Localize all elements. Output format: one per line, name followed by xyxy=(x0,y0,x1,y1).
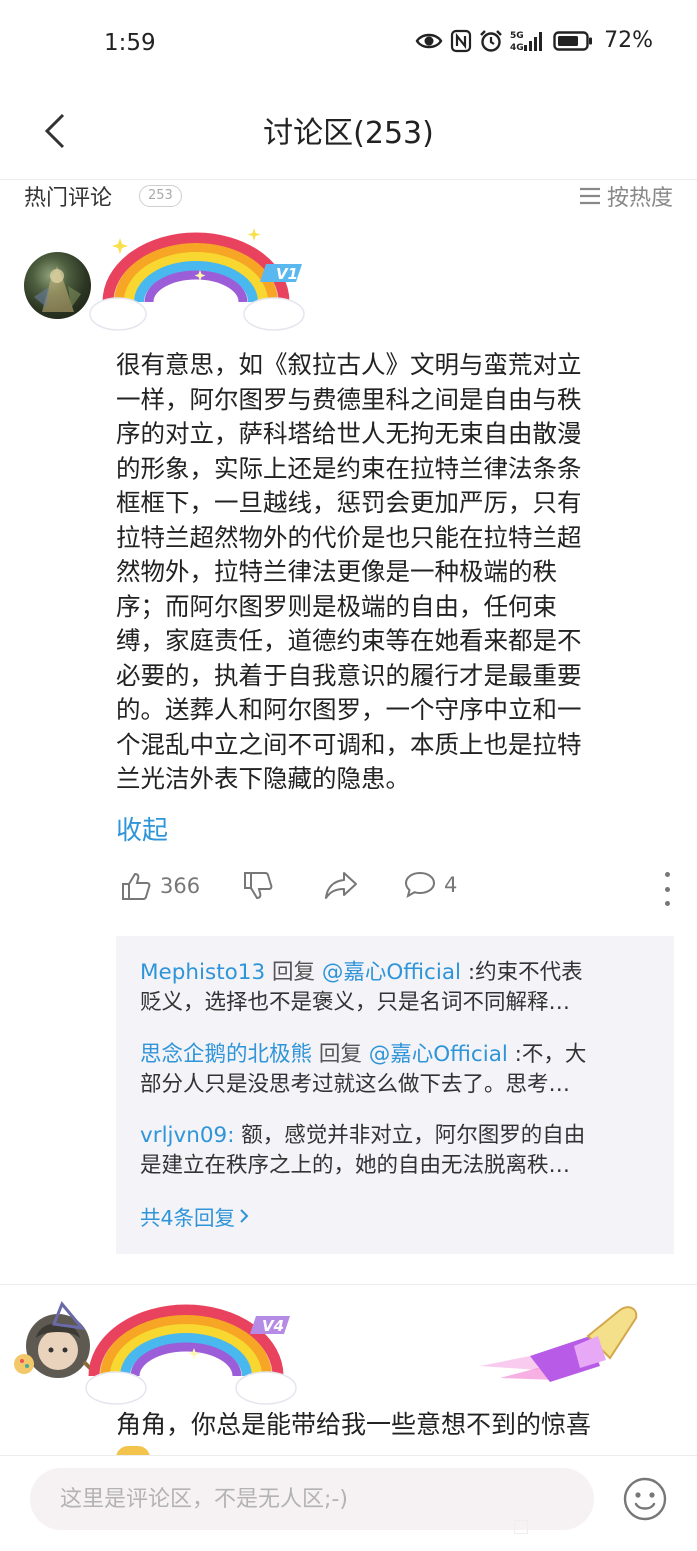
reply-item[interactable]: Mephisto13 回复 @嘉心Official :约束不代表 贬义，选择也不… xyxy=(140,958,650,1018)
view-all-replies-link[interactable]: 共4条回复 xyxy=(140,1201,249,1231)
avatar[interactable] xyxy=(24,252,91,319)
reply-text: 是建立在秩序之上的，她的自由无法脱离秩… xyxy=(140,1153,571,1178)
reply-verb: 回复 xyxy=(312,1042,369,1067)
thumbs-down-icon xyxy=(244,872,273,900)
reply-text: 贬义，选择也不是褒义，只是名词不同解释… xyxy=(140,990,571,1015)
thumbs-up-icon xyxy=(122,872,151,900)
like-count: 366 xyxy=(160,874,201,898)
paintbrush-decoration-icon xyxy=(480,1306,638,1382)
top-nav-bar: 讨论区(253) xyxy=(0,88,697,180)
reply-text: :不，大 xyxy=(507,1042,587,1067)
signal-label-top: 5G xyxy=(510,31,524,41)
reply-text: 额，感觉并非对立，阿尔图罗的自由 xyxy=(234,1123,586,1148)
comment-count-badge: 253 xyxy=(139,185,182,207)
share-icon xyxy=(325,872,357,899)
more-options-button[interactable] xyxy=(661,872,673,906)
watermark-box xyxy=(514,1520,528,1534)
nfc-icon xyxy=(450,29,472,52)
rainbow-level-badge: V1 xyxy=(89,228,305,331)
reply-item[interactable]: vrljvn09: 额，感觉并非对立，阿尔图罗的自由 是建立在秩序之上的，她的自… xyxy=(140,1121,650,1181)
comment-actions: 366 4 xyxy=(0,866,697,910)
reply-author[interactable]: vrljvn09: xyxy=(140,1123,234,1148)
sort-label: 按热度 xyxy=(606,186,673,211)
dot-icon xyxy=(664,886,670,892)
reply-verb: 回复 xyxy=(265,960,322,985)
share-button[interactable] xyxy=(324,870,358,900)
rainbow-level-badge: V4 xyxy=(85,1304,297,1405)
comment-body: 很有意思，如《叙拉古人》文明与蛮荒对立 一样，阿尔图罗与费德里科之间是自由与秩 … xyxy=(116,350,582,793)
comment-input-bar xyxy=(0,1455,697,1551)
view-all-replies-label: 共4条回复 xyxy=(140,1206,236,1230)
status-icons: 5G 4G 72% xyxy=(415,28,653,53)
level-label: V4 xyxy=(262,1317,284,1335)
reply-author[interactable]: Mephisto13 xyxy=(140,960,265,985)
alarm-icon xyxy=(480,29,502,52)
reply-text: 部分人只是没思考过就这么做下去了。思考… xyxy=(140,1072,571,1097)
discussion-page: 1:59 5G 4G 72% 讨论区(253) 热门评论 253 按热度 V1 … xyxy=(0,0,697,1551)
comment-divider xyxy=(0,1284,697,1285)
reply-count: 4 xyxy=(444,873,458,897)
comment-body: 角角，你总是能带给我一些意想不到的惊喜 xyxy=(116,1410,592,1439)
battery-percent: 72% xyxy=(604,28,653,53)
reply-preview-list: Mephisto13 回复 @嘉心Official :约束不代表 贬义，选择也不… xyxy=(116,936,674,1254)
dot-icon xyxy=(664,872,670,877)
status-time: 1:59 xyxy=(104,30,156,56)
list-icon xyxy=(579,187,600,205)
reply-text: :约束不代表 xyxy=(461,960,583,985)
eye-icon xyxy=(415,33,443,48)
dislike-button[interactable] xyxy=(242,870,274,902)
reply-target[interactable]: @嘉心Official xyxy=(369,1042,508,1067)
comment-input[interactable] xyxy=(30,1468,594,1530)
comment-bubble-icon xyxy=(404,871,436,899)
reply-target[interactable]: @嘉心Official xyxy=(322,960,461,985)
battery-icon xyxy=(553,30,593,51)
status-bar: 1:59 5G 4G 72% xyxy=(0,0,697,88)
signal-5g-icon: 5G 4G xyxy=(510,31,543,53)
reply-button[interactable]: 4 xyxy=(404,870,457,900)
signal-label-bottom: 4G xyxy=(510,43,524,53)
sort-by-popularity-button[interactable]: 按热度 xyxy=(579,180,673,212)
reply-author[interactable]: 思念企鹅的北极熊 xyxy=(140,1042,312,1067)
dot-icon xyxy=(664,901,670,906)
reply-item[interactable]: 思念企鹅的北极熊 回复 @嘉心Official :不，大 部分人只是没思考过就这… xyxy=(140,1040,650,1100)
hot-comments-header: 热门评论 253 按热度 xyxy=(0,180,697,220)
avatar-image xyxy=(34,266,81,312)
like-button[interactable]: 366 xyxy=(120,870,200,902)
chevron-right-icon xyxy=(240,1209,249,1223)
smiley-icon[interactable] xyxy=(622,1476,668,1522)
hot-comments-title: 热门评论 xyxy=(24,186,113,211)
page-title: 讨论区(253) xyxy=(263,116,434,151)
collapse-link[interactable]: 收起 xyxy=(116,810,168,847)
level-label: V1 xyxy=(276,265,298,283)
